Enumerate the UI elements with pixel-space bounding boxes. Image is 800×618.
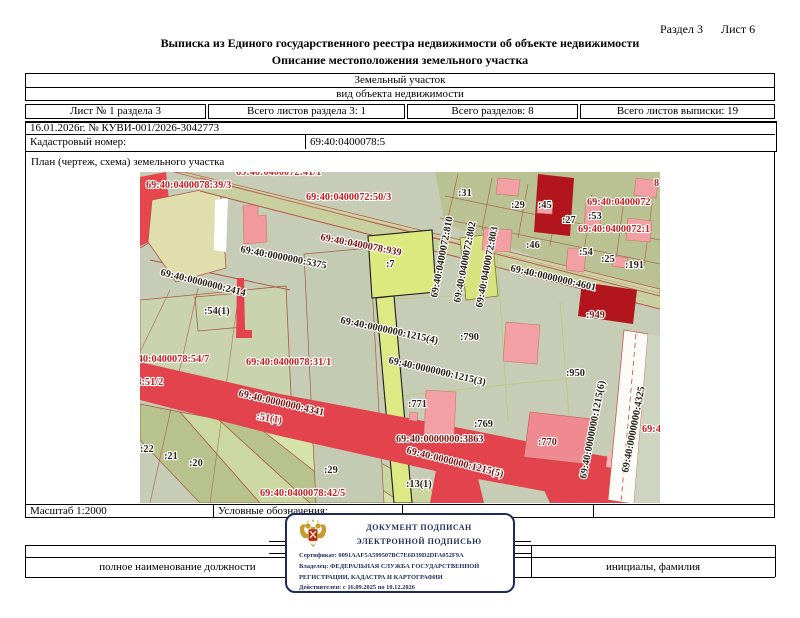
stamp-tick (515, 541, 531, 542)
parcel-label: :29 (324, 465, 338, 476)
divider (775, 545, 776, 577)
parcel-label: :54 (579, 247, 593, 258)
parcel-label: :27 (562, 215, 576, 226)
parcel-label: :191 (625, 260, 644, 271)
parcel-label: 69:40:0400078:54/7 (140, 354, 209, 365)
cadastral-map-svg: 69:40:0400072:41/1 69:40:0400078:39/3 69:4… (140, 172, 660, 503)
section-sheet-header: Раздел 3 Лист 6 (660, 22, 780, 37)
parcel-label: :54(1) (204, 306, 230, 317)
parcel-label: :13(1) (406, 479, 432, 490)
parcel-label: 8 (654, 178, 659, 189)
parcel-label: :949 (586, 310, 605, 321)
parcel-label: 69:40:0400072:50/3 (306, 192, 391, 203)
parcel-label: 69:40:0000000:3863 (396, 434, 484, 445)
parcel-label: 69:40:0400078:51/2 (140, 377, 163, 388)
cadastral-map: 69:40:0400072:41/1 69:40:0400078:39/3 69:4… (140, 172, 660, 503)
parcel-label: 69:40:0400078:31/1 (246, 357, 331, 368)
parcel-label: :45 (538, 200, 552, 211)
parcel-label: :29 (511, 200, 525, 211)
parcel-label: 69:40:0400072 (587, 197, 651, 208)
map-scale: Масштаб 1:2000 (30, 505, 107, 517)
divider (213, 504, 214, 518)
stamp-certificate: Сертификат: 0091AAF5A599507BC7E6D39D2DFA… (299, 552, 464, 559)
document-subtitle: Описание местоположения земельного участ… (0, 53, 800, 68)
stamp-title-2: ЭЛЕКТРОННОЙ ПОДПИСЬЮ (329, 537, 509, 546)
parcel-label: :769 (474, 419, 493, 430)
request-date-number: 16.01.2026г. № КУВИ-001/2026-3042773 (30, 122, 219, 134)
parcel-label: :771 (408, 399, 427, 410)
parcel-label: :950 (566, 368, 585, 379)
divider (305, 134, 306, 149)
parcel-label: :770 (538, 437, 557, 448)
parcel-label: :53 (588, 211, 602, 222)
parcel-label: :790 (460, 332, 479, 343)
sheet-info-cell-4: Всего листов выписки: 19 (580, 104, 775, 119)
section-label: Раздел 3 (660, 22, 703, 37)
parcel-label: 69:40:0400078:39/3 (146, 180, 231, 191)
parcel-label: 69:40:0400072:1 (578, 224, 650, 235)
parcel-label: 69:40:0400072:41/1 (236, 172, 321, 178)
cadastral-number-label: Кадастровый номер: (30, 136, 126, 148)
stamp-owner-2: РЕГИСТРАЦИИ, КАДАСТРА И КАРТОГРАФИИ (299, 574, 443, 581)
object-kind-caption: вид объекта недвижимости (25, 88, 775, 101)
divider (25, 504, 775, 505)
object-kind: Земельный участок (25, 74, 775, 87)
signer-name-caption: инициалы, фамилия (531, 561, 775, 573)
egrn-extract-page: { "page": { "section": "Раздел 3", "shee… (0, 0, 800, 618)
parcel-label: :22 (140, 444, 154, 455)
parcel-label: :31 (458, 188, 472, 199)
digital-signature-stamp: ДОКУМЕНТ ПОДПИСАН ЭЛЕКТРОННОЙ ПОДПИСЬЮ С… (285, 513, 515, 593)
stamp-tick (269, 541, 285, 542)
stamp-title-1: ДОКУМЕНТ ПОДПИСАН (329, 523, 509, 532)
parcel-label: :7 (386, 259, 395, 270)
stamp-validity: Действителен: с 16.09.2025 по 10.12.2026 (299, 584, 415, 591)
plan-title: План (чертеж, схема) земельного участка (31, 156, 224, 168)
divider (593, 504, 594, 518)
parcel-label: 69:4 (642, 424, 660, 435)
divider (25, 134, 775, 135)
parcel-label: :20 (189, 458, 203, 469)
sheet-label: Лист 6 (721, 22, 755, 37)
sheet-info-cell-1: Лист № 1 раздела 3 (25, 104, 206, 119)
parcel-label: 69:40:0400078:42/5 (260, 488, 345, 499)
stamp-tick (269, 553, 285, 554)
sheet-info-cell-2: Всего листов раздела 3: 1 (208, 104, 405, 119)
document-title: Выписка из Единого государственного реес… (0, 36, 800, 51)
cadastral-number-value: 69:40:0400078:5 (310, 136, 385, 148)
parcel-label: :21 (164, 451, 178, 462)
stamp-owner: Владелец: ФЕДЕРАЛЬНАЯ СЛУЖБА ГОСУДАРСТВЕ… (299, 563, 479, 570)
sheet-info-cell-3: Всего разделов: 8 (407, 104, 578, 119)
parcel-label: :46 (526, 240, 540, 251)
stamp-tick (515, 553, 531, 554)
parcel-label: :25 (601, 254, 615, 265)
coat-of-arms-icon (298, 519, 328, 551)
